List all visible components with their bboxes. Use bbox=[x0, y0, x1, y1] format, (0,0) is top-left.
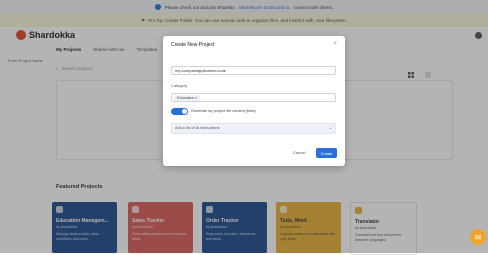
cancel-button[interactable]: Cancel bbox=[293, 150, 305, 155]
create-button[interactable]: Create bbox=[316, 148, 337, 158]
project-name-input[interactable]: my-compactapplication-code bbox=[171, 66, 336, 75]
instructions-text: Add a list of AI instructions bbox=[175, 126, 220, 130]
toggle-label: Generate my project file content (beta) bbox=[191, 109, 256, 113]
close-icon[interactable]: × bbox=[333, 41, 337, 47]
generate-toggle[interactable] bbox=[171, 108, 188, 115]
category-label: Category bbox=[171, 83, 188, 88]
project-name-label: Enter Project Name bbox=[8, 58, 43, 63]
chevron-down-icon: ⌄ bbox=[328, 125, 333, 131]
category-chip[interactable]: Education × bbox=[174, 95, 201, 101]
chat-icon[interactable]: ✉ bbox=[470, 229, 486, 245]
modal-title: Create New Project bbox=[171, 42, 215, 48]
